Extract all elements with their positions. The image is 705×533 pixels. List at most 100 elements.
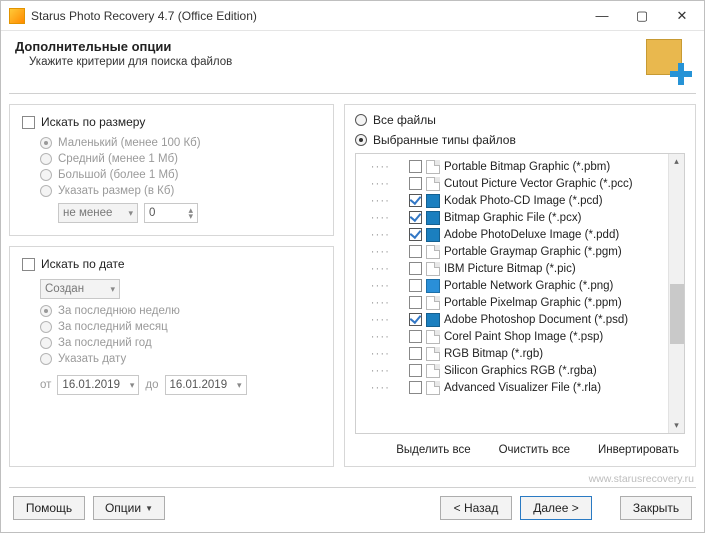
date-field-combo[interactable]: Создан ▾ xyxy=(40,279,120,299)
close-button[interactable]: ✕ xyxy=(662,2,702,30)
file-icon xyxy=(426,160,440,174)
tree-leaf-icon xyxy=(394,178,405,189)
filetype-label: Silicon Graphics RGB (*.rgba) xyxy=(444,365,597,377)
file-icon xyxy=(426,364,440,378)
filetype-checkbox[interactable] xyxy=(409,279,422,292)
filetype-checkbox[interactable] xyxy=(409,296,422,309)
filetype-label: Portable Graymap Graphic (*.pgm) xyxy=(444,246,622,258)
chevron-down-icon: ▾ xyxy=(110,284,115,295)
tree-leaf-icon xyxy=(394,212,405,223)
filetype-item[interactable]: ····Kodak Photo-CD Image (*.pcd) xyxy=(364,192,668,209)
size-small-radio[interactable]: Маленький (менее 100 Кб) xyxy=(40,137,321,149)
filetype-item[interactable]: ····Corel Paint Shop Image (*.psp) xyxy=(364,328,668,345)
file-icon xyxy=(426,177,440,191)
filetype-item[interactable]: ····Portable Bitmap Graphic (*.pbm) xyxy=(364,158,668,175)
filetype-label: Kodak Photo-CD Image (*.pcd) xyxy=(444,195,603,207)
date-year-radio[interactable]: За последний год xyxy=(40,337,321,349)
next-button[interactable]: Далее > xyxy=(520,496,592,520)
app-icon xyxy=(9,8,25,24)
all-files-radio[interactable]: Все файлы xyxy=(355,113,685,127)
maximize-button[interactable]: ▢ xyxy=(622,2,662,30)
filetype-item[interactable]: ····Portable Network Graphic (*.png) xyxy=(364,277,668,294)
date-month-radio[interactable]: За последний месяц xyxy=(40,321,321,333)
filetype-checkbox[interactable] xyxy=(409,245,422,258)
tree-leaf-icon xyxy=(394,263,405,274)
file-icon xyxy=(426,228,440,242)
close-window-button[interactable]: Закрыть xyxy=(620,496,692,520)
size-large-radio[interactable]: Большой (более 1 Мб) xyxy=(40,169,321,181)
filetype-item[interactable]: ····Silicon Graphics RGB (*.rgba) xyxy=(364,362,668,379)
watermark: www.starusrecovery.ru xyxy=(1,473,704,487)
help-button[interactable]: Помощь xyxy=(13,496,85,520)
select-all-link[interactable]: Выделить все xyxy=(396,444,470,456)
filetype-checkbox[interactable] xyxy=(409,330,422,343)
chevron-down-icon: ▾ xyxy=(237,380,242,391)
tree-leaf-icon xyxy=(394,331,405,342)
filetype-label: Portable Bitmap Graphic (*.pbm) xyxy=(444,161,610,173)
footer: Помощь Опции ▼ < Назад Далее > Закрыть xyxy=(1,488,704,532)
filetype-label: IBM Picture Bitmap (*.pic) xyxy=(444,263,576,275)
file-icon xyxy=(426,279,440,293)
tree-leaf-icon xyxy=(394,365,405,376)
filetype-item[interactable]: ····Adobe Photoshop Document (*.psd) xyxy=(364,311,668,328)
filetype-label: Corel Paint Shop Image (*.psp) xyxy=(444,331,603,343)
date-to-input[interactable]: 16.01.2019 ▾ xyxy=(165,375,247,395)
filetype-item[interactable]: ····Portable Graymap Graphic (*.pgm) xyxy=(364,243,668,260)
filetype-checkbox[interactable] xyxy=(409,194,422,207)
filetype-checkbox[interactable] xyxy=(409,228,422,241)
invert-link[interactable]: Инвертировать xyxy=(598,444,679,456)
filetype-checkbox[interactable] xyxy=(409,262,422,275)
size-mode-combo[interactable]: не менее ▾ xyxy=(58,203,138,223)
page-subtitle: Укажите критерии для поиска файлов xyxy=(29,56,646,68)
file-icon xyxy=(426,330,440,344)
size-medium-radio[interactable]: Средний (менее 1 Мб) xyxy=(40,153,321,165)
filetype-checkbox[interactable] xyxy=(409,347,422,360)
file-icon xyxy=(426,347,440,361)
date-custom-radio[interactable]: Указать дату xyxy=(40,353,321,365)
size-value-spinner[interactable]: 0 ▴▾ xyxy=(144,203,198,223)
filetype-checkbox[interactable] xyxy=(409,381,422,394)
wizard-header: Дополнительные опции Укажите критерии дл… xyxy=(1,31,704,93)
date-from-label: от xyxy=(40,379,51,391)
filetype-checkbox[interactable] xyxy=(409,211,422,224)
filetype-label: Adobe PhotoDeluxe Image (*.pdd) xyxy=(444,229,619,241)
filetype-item[interactable]: ····IBM Picture Bitmap (*.pic) xyxy=(364,260,668,277)
search-by-date-checkbox[interactable]: Искать по дате xyxy=(22,257,321,271)
filetype-item[interactable]: ····Bitmap Graphic File (*.pcx) xyxy=(364,209,668,226)
filetype-item[interactable]: ····RGB Bitmap (*.rgb) xyxy=(364,345,668,362)
scroll-down-icon[interactable]: ▾ xyxy=(674,418,679,433)
filetypes-tree[interactable]: ····Portable Bitmap Graphic (*.pbm)····C… xyxy=(355,153,685,434)
back-button[interactable]: < Назад xyxy=(440,496,512,520)
scroll-thumb[interactable] xyxy=(670,284,684,344)
tree-leaf-icon xyxy=(394,297,405,308)
chevron-down-icon: ▼ xyxy=(145,504,153,513)
filetype-item[interactable]: ····Adobe PhotoDeluxe Image (*.pdd) xyxy=(364,226,668,243)
minimize-button[interactable]: — xyxy=(582,2,622,30)
date-panel: Искать по дате Создан ▾ За последнюю нед… xyxy=(9,246,334,467)
filetypes-panel: Все файлы Выбранные типы файлов ····Port… xyxy=(344,104,696,467)
tree-leaf-icon xyxy=(394,382,405,393)
page-title: Дополнительные опции xyxy=(15,39,646,54)
file-icon xyxy=(426,211,440,225)
clear-all-link[interactable]: Очистить все xyxy=(499,444,570,456)
filetype-checkbox[interactable] xyxy=(409,177,422,190)
date-from-input[interactable]: 16.01.2019 ▾ xyxy=(57,375,139,395)
filetype-checkbox[interactable] xyxy=(409,313,422,326)
file-icon xyxy=(426,194,440,208)
filetype-checkbox[interactable] xyxy=(409,160,422,173)
scrollbar[interactable]: ▴ ▾ xyxy=(668,154,684,433)
tree-leaf-icon xyxy=(394,229,405,240)
filetype-item[interactable]: ····Advanced Visualizer File (*.rla) xyxy=(364,379,668,396)
filetype-checkbox[interactable] xyxy=(409,364,422,377)
chevron-down-icon: ▾ xyxy=(130,380,135,391)
options-button[interactable]: Опции ▼ xyxy=(93,496,165,520)
size-custom-radio[interactable]: Указать размер (в Кб) xyxy=(40,185,321,197)
search-by-size-checkbox[interactable]: Искать по размеру xyxy=(22,115,321,129)
filetype-label: Bitmap Graphic File (*.pcx) xyxy=(444,212,581,224)
date-week-radio[interactable]: За последнюю неделю xyxy=(40,305,321,317)
filetype-item[interactable]: ····Cutout Picture Vector Graphic (*.pcc… xyxy=(364,175,668,192)
selected-files-radio[interactable]: Выбранные типы файлов xyxy=(355,133,685,147)
tree-leaf-icon xyxy=(394,195,405,206)
scroll-up-icon[interactable]: ▴ xyxy=(674,154,679,169)
filetype-item[interactable]: ····Portable Pixelmap Graphic (*.ppm) xyxy=(364,294,668,311)
